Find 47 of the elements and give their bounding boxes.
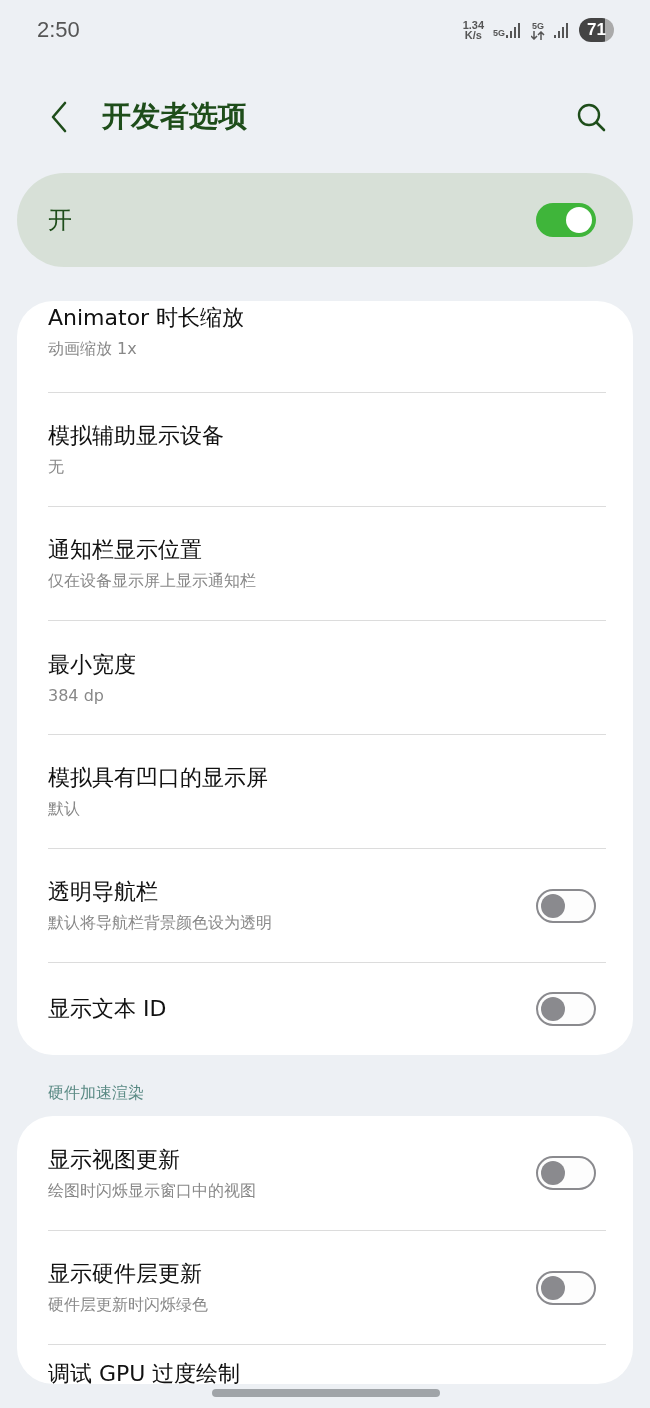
item-subtitle: 仅在设备显示屏上显示通知栏: [48, 571, 256, 592]
settings-item[interactable]: 模拟辅助显示设备 无: [48, 392, 606, 506]
settings-item[interactable]: 显示文本 ID: [48, 962, 606, 1055]
item-subtitle: 384 dp: [48, 686, 105, 705]
network-type: 5G: [493, 28, 506, 38]
section-header: 硬件加速渲染: [47, 1082, 145, 1104]
item-title: 通知栏显示位置: [48, 536, 203, 564]
signal-icon: [554, 22, 571, 38]
item-subtitle: 动画缩放 1x: [48, 339, 138, 360]
toggle-switch[interactable]: [536, 888, 596, 923]
settings-item[interactable]: 通知栏显示位置 仅在设备显示屏上显示通知栏: [48, 506, 606, 620]
item-title: 调试 GPU 过度绘制: [48, 1360, 241, 1384]
toggle-switch[interactable]: [536, 992, 596, 1026]
item-subtitle: 绘图时闪烁显示窗口中的视图: [48, 1180, 256, 1202]
settings-item[interactable]: 显示视图更新 绘图时闪烁显示窗口中的视图: [48, 1116, 606, 1230]
settings-item[interactable]: 模拟具有凹口的显示屏 默认: [48, 734, 606, 848]
item-title: 显示硬件层更新: [48, 1260, 203, 1288]
network-speed-unit: K/s: [464, 30, 482, 40]
item-title: 模拟具有凹口的显示屏: [48, 764, 268, 792]
status-time: 2:50: [37, 17, 80, 43]
settings-item[interactable]: 最小宽度 384 dp: [48, 620, 606, 734]
signal-icon: [506, 22, 523, 38]
item-title: 透明导航栏: [48, 878, 159, 906]
settings-item[interactable]: 显示硬件层更新 硬件层更新时闪烁绿色: [48, 1230, 606, 1344]
search-icon[interactable]: [576, 101, 606, 132]
toggle-switch[interactable]: [536, 1156, 596, 1190]
item-subtitle: 无: [48, 457, 65, 478]
item-subtitle: 默认将导航栏背景颜色设为透明: [48, 913, 272, 934]
master-switch-bar[interactable]: 开: [17, 173, 633, 267]
network-speed: 1.34: [462, 20, 485, 30]
toggle-switch[interactable]: [536, 1270, 596, 1305]
item-title: 显示视图更新: [48, 1145, 181, 1174]
settings-item[interactable]: Animator 时长缩放 动画缩放 1x: [48, 301, 606, 392]
item-subtitle: 默认: [48, 799, 81, 820]
data-arrows-icon: [531, 30, 546, 40]
item-title: Animator 时长缩放: [48, 304, 245, 332]
battery-level: 71: [579, 18, 614, 42]
back-icon[interactable]: [50, 100, 68, 133]
settings-item[interactable]: 透明导航栏 默认将导航栏背景颜色设为透明: [48, 848, 606, 962]
item-subtitle: 硬件层更新时闪烁绿色: [48, 1295, 208, 1316]
page-title: 开发者选项: [102, 97, 248, 135]
item-title: 模拟辅助显示设备: [48, 422, 224, 450]
item-title: 最小宽度: [48, 651, 136, 679]
master-switch-label: 开: [48, 205, 72, 236]
network-type: 5G: [532, 20, 545, 31]
toggle-switch[interactable]: [536, 203, 596, 237]
item-title: 显示文本 ID: [48, 995, 167, 1023]
